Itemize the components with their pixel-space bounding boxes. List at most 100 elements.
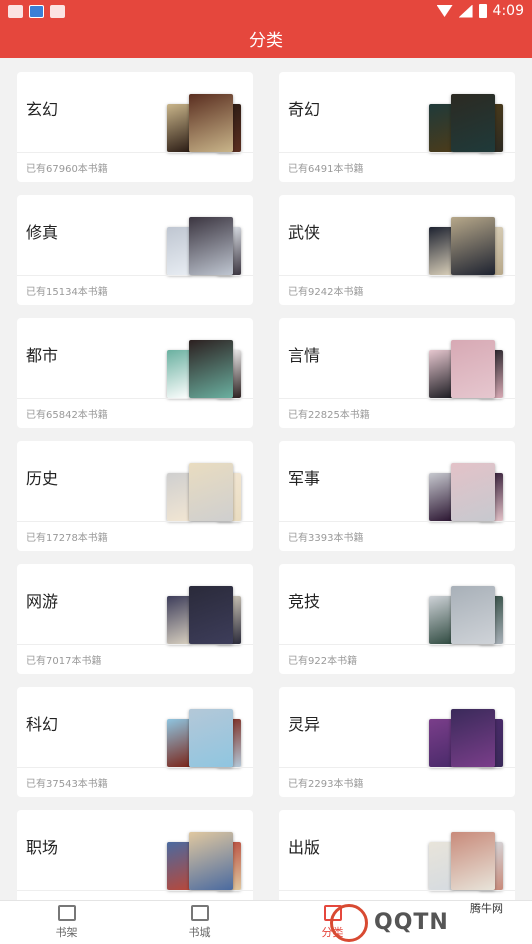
- category-card[interactable]: 玄幻 已有67960本书籍: [17, 72, 253, 182]
- book-cover-image: [429, 842, 453, 890]
- book-covers: [429, 586, 505, 644]
- book-cover-image: [429, 350, 453, 398]
- book-covers: [429, 217, 505, 275]
- book-cover-image: [451, 94, 495, 152]
- watermark: QQTN 腾牛网: [330, 896, 530, 944]
- category-card[interactable]: 科幻已有37543本书籍: [17, 687, 253, 797]
- category-card[interactable]: 军事已有3393本书籍: [279, 441, 515, 551]
- card-divider: [279, 152, 515, 153]
- nav-store-label: 书城: [188, 926, 211, 939]
- book-cover-image: [189, 586, 233, 644]
- book-cover-image: [451, 217, 495, 275]
- book-icon: [190, 905, 209, 921]
- book-cover-image: [451, 832, 495, 890]
- book-cover-image: [189, 709, 233, 767]
- category-card[interactable]: 历史 已有17278本书籍: [17, 441, 253, 551]
- nav-store[interactable]: 书城: [133, 901, 266, 944]
- category-name: 出版: [288, 838, 321, 857]
- book-covers: [167, 340, 243, 398]
- category-card[interactable]: 都市已有65842本书籍: [17, 318, 253, 428]
- book-covers: [429, 463, 505, 521]
- book-covers: [167, 463, 243, 521]
- book-cover-image: [429, 596, 453, 644]
- category-grid: 玄幻 已有67960本书籍 奇幻 已有6491本书籍 修真 已有15134本书籍 武侠 已有9…: [0, 58, 532, 900]
- card-divider: [17, 398, 253, 399]
- book-count: 已有37543本书籍: [26, 779, 108, 790]
- card-divider: [17, 767, 253, 768]
- card-divider: [17, 152, 253, 153]
- clock: 4:09: [492, 3, 524, 19]
- bookshelf-icon: [57, 905, 76, 921]
- category-card[interactable]: 奇幻已有6491本书籍: [279, 72, 515, 182]
- category-name: 言情: [288, 346, 321, 365]
- nav-shelf-label: 书架: [55, 926, 78, 939]
- category-name: 科幻: [26, 715, 59, 734]
- card-divider: [17, 890, 253, 891]
- book-count: 已有67960本书籍: [26, 164, 108, 175]
- system-status: 4:09: [436, 3, 524, 19]
- book-count: 已有3393本书籍: [288, 533, 364, 544]
- book-count: 已有9242本书籍: [288, 287, 364, 298]
- category-card[interactable]: 出版: [279, 810, 515, 900]
- book-covers: [167, 832, 243, 890]
- category-card[interactable]: 武侠 已有9242本书籍: [279, 195, 515, 305]
- book-count: 已有7017本书籍: [26, 656, 102, 667]
- card-divider: [17, 521, 253, 522]
- card-divider: [17, 275, 253, 276]
- category-name: 修真: [26, 223, 59, 242]
- book-covers: [429, 832, 505, 890]
- book-cover-image: [167, 473, 191, 521]
- book-cover-image: [189, 94, 233, 152]
- book-cover-image: [167, 104, 191, 152]
- watermark-logo-icon: [330, 904, 368, 942]
- book-cover-image: [167, 350, 191, 398]
- notification-icons: [8, 5, 65, 18]
- category-card[interactable]: 灵异 已有2293本书籍: [279, 687, 515, 797]
- book-cover-image: [189, 463, 233, 521]
- book-cover-image: [451, 586, 495, 644]
- card-divider: [279, 890, 515, 891]
- status-bar: 4:09: [0, 0, 532, 24]
- nav-shelf[interactable]: 书架: [0, 901, 133, 944]
- book-cover-image: [429, 227, 453, 275]
- watermark-site: 腾牛网: [470, 902, 503, 915]
- book-covers: [167, 94, 243, 152]
- category-name: 网游: [26, 592, 59, 611]
- category-card[interactable]: 网游已有7017本书籍: [17, 564, 253, 674]
- category-card[interactable]: 职场: [17, 810, 253, 900]
- book-covers: [429, 94, 505, 152]
- category-card[interactable]: 修真已有15134本书籍: [17, 195, 253, 305]
- book-cover-image: [167, 842, 191, 890]
- book-cover-image: [429, 104, 453, 152]
- card-divider: [279, 521, 515, 522]
- card-divider: [279, 275, 515, 276]
- page-title: 分类: [0, 24, 532, 58]
- category-card[interactable]: 竞技 已有922本书籍: [279, 564, 515, 674]
- book-cover-image: [451, 463, 495, 521]
- book-count: 已有22825本书籍: [288, 410, 370, 421]
- app-notification-icon: [8, 5, 23, 18]
- book-cover-image: [167, 596, 191, 644]
- category-name: 都市: [26, 346, 59, 365]
- book-count: 已有65842本书籍: [26, 410, 108, 421]
- book-covers: [429, 340, 505, 398]
- book-covers: [429, 709, 505, 767]
- category-name: 竞技: [288, 592, 321, 611]
- book-cover-image: [429, 719, 453, 767]
- category-name: 灵异: [288, 715, 321, 734]
- category-card[interactable]: 言情已有22825本书籍: [279, 318, 515, 428]
- book-cover-image: [167, 719, 191, 767]
- book-covers: [167, 586, 243, 644]
- category-name: 军事: [288, 469, 321, 488]
- book-cover-image: [167, 227, 191, 275]
- book-count: 已有6491本书籍: [288, 164, 364, 175]
- card-divider: [279, 767, 515, 768]
- book-cover-image: [451, 340, 495, 398]
- signal-icon: [458, 4, 473, 18]
- book-covers: [167, 217, 243, 275]
- category-name: 奇幻: [288, 100, 321, 119]
- book-count: 已有15134本书籍: [26, 287, 108, 298]
- book-cover-image: [189, 340, 233, 398]
- app-notification-icon: [50, 5, 65, 18]
- book-cover-image: [451, 709, 495, 767]
